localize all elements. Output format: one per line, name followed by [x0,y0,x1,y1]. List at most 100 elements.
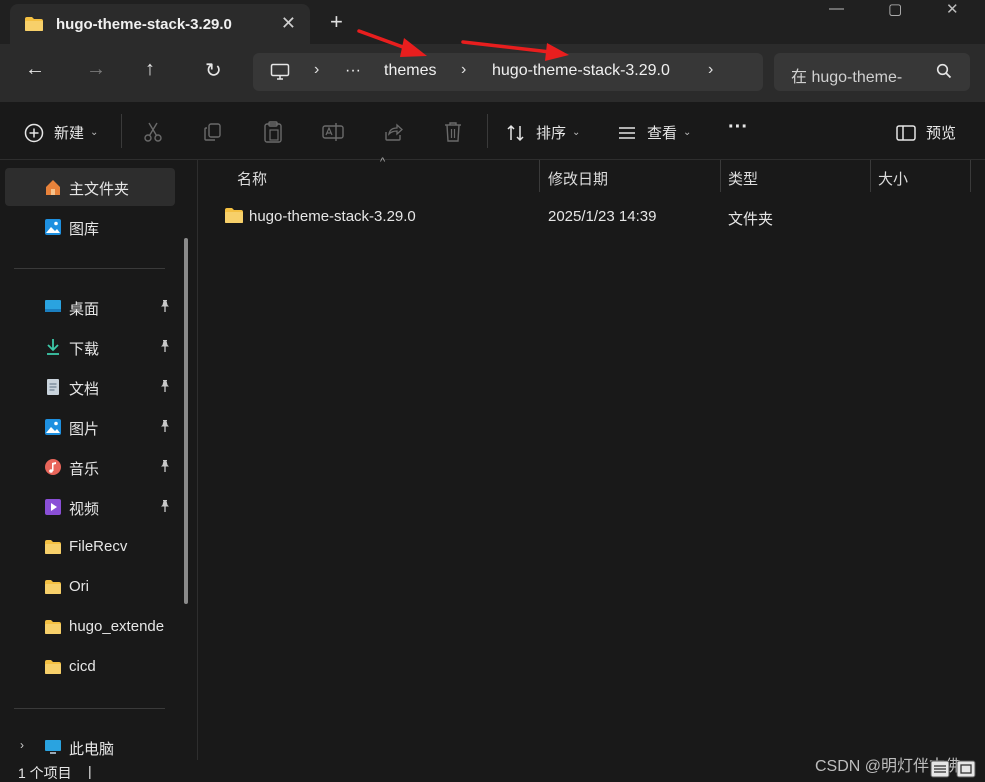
cut-icon[interactable] [143,121,163,143]
delete-icon[interactable] [443,121,463,143]
navigation-bar: ← → ↑ ↻ › ··· themes › hugo-theme-stack-… [0,44,985,102]
sidebar-item-cicd[interactable]: cicd [5,648,175,686]
pin-icon[interactable] [158,459,172,473]
column-header-modified[interactable]: 修改日期 [540,160,720,192]
up-button[interactable]: ↑ [145,58,155,81]
active-tab[interactable]: hugo-theme-stack-3.29.0 ✕ [10,4,310,44]
tiles-view-icon[interactable] [956,760,976,778]
folder-icon [225,208,243,223]
toolbar-divider [487,114,488,148]
file-name: hugo-theme-stack-3.29.0 [249,208,416,225]
file-modified: 2025/1/23 14:39 [548,208,657,225]
close-window-button[interactable]: ✕ [946,0,959,18]
chevron-right-icon[interactable]: › [20,738,24,752]
folder-icon [25,17,43,31]
sort-label: 排序 [536,125,567,142]
column-size-label: 大小 [878,171,909,188]
breadcrumb-current[interactable]: hugo-theme-stack-3.29.0 [492,62,670,80]
column-type-label: 类型 [728,171,759,188]
forward-button[interactable]: → [86,58,106,81]
sidebar-scrollbar[interactable] [184,238,188,604]
chevron-right-icon[interactable]: › [708,61,713,79]
minimize-button[interactable]: — [829,0,844,17]
monitor-icon [270,63,290,80]
sidebar-item-desktop[interactable]: 桌面 [5,288,175,326]
pictures-icon [45,419,61,435]
column-modified-label: 修改日期 [548,171,609,188]
pin-icon[interactable] [158,379,172,393]
title-bar: hugo-theme-stack-3.29.0 ✕ + — ▢ ✕ [0,0,985,44]
music-icon [45,459,61,475]
sidebar-item-videos[interactable]: 视频 [5,488,175,526]
view-button[interactable]: 查看 ⌄ [617,122,691,143]
column-divider[interactable] [970,160,971,192]
add-circle-icon [24,123,44,142]
pin-icon[interactable] [158,339,172,353]
chevron-down-icon: ⌄ [683,127,692,138]
new-button[interactable]: 新建 ⌄ [24,122,98,143]
folder-icon [45,580,61,594]
rename-icon[interactable] [322,122,344,142]
preview-label: 预览 [926,125,957,142]
sidebar-item-gallery[interactable]: 图库 [5,208,175,246]
sidebar-divider [14,708,165,709]
search-box[interactable]: 在 hugo-theme- [774,53,970,91]
new-tab-button[interactable]: + [330,9,343,35]
table-row[interactable]: hugo-theme-stack-3.29.0 2025/1/23 14:39 … [199,200,985,232]
breadcrumb-more[interactable]: ··· [345,62,361,80]
layout-toggles [930,760,976,778]
back-button[interactable]: ← [25,58,45,81]
sidebar-item-label: hugo_extende [69,618,165,635]
column-header-size[interactable]: 大小 [870,160,970,192]
sidebar-item-label: 文档 [69,381,100,398]
sidebar-item-label: 视频 [69,501,100,518]
details-view-icon[interactable] [930,760,950,778]
paste-icon[interactable] [263,121,283,143]
pin-icon[interactable] [158,499,172,513]
share-icon[interactable] [383,122,403,142]
maximize-button[interactable]: ▢ [888,0,902,18]
sidebar-item-music[interactable]: 音乐 [5,448,175,486]
preview-pane-icon [896,124,916,141]
pin-icon[interactable] [158,419,172,433]
computer-icon [45,740,61,754]
search-icon[interactable] [936,63,952,79]
refresh-button[interactable]: ↻ [205,58,222,83]
sidebar-item-home[interactable]: 主文件夹 [5,168,175,206]
file-list: ^ 名称 修改日期 类型 大小 hugo-theme-stack-3.29.0 … [199,156,985,760]
toolbar-divider [121,114,122,148]
sidebar-item-label: 图库 [69,221,100,238]
sidebar-item-label: FileRecv [69,538,128,555]
sidebar-item-label: 图片 [69,421,100,438]
sort-button[interactable]: 排序 ⌄ [506,122,580,143]
more-options-button[interactable]: ··· [728,116,748,139]
sidebar-item-documents[interactable]: 文档 [5,368,175,406]
folder-icon [45,620,61,634]
chevron-down-icon: ⌄ [90,127,99,138]
sidebar-item-label: 音乐 [69,461,100,478]
sidebar-item-label: 桌面 [69,301,100,318]
column-header-type[interactable]: 类型 [720,160,870,192]
sidebar-item-hugo-extended[interactable]: hugo_extende [5,608,175,646]
navigation-pane: 主文件夹 图库 桌面 下载 文档 图片 音乐 视频 FileRecv Ori h… [0,160,198,760]
folder-icon [45,540,61,554]
sidebar-item-filerecv[interactable]: FileRecv [5,528,175,566]
view-label: 查看 [647,125,678,142]
column-header-name[interactable]: 名称 [229,160,539,192]
status-separator: | [88,763,92,779]
sidebar-item-ori[interactable]: Ori [5,568,175,606]
sidebar-item-pictures[interactable]: 图片 [5,408,175,446]
address-bar[interactable]: › ··· themes › hugo-theme-stack-3.29.0 › [253,53,763,91]
search-input[interactable]: 在 hugo-theme- [791,63,931,87]
close-tab-icon[interactable]: ✕ [281,13,296,34]
copy-icon[interactable] [203,122,223,142]
preview-button[interactable]: 预览 [896,122,956,143]
download-icon [47,339,59,355]
breadcrumb-themes[interactable]: themes [384,62,436,80]
tab-title: hugo-theme-stack-3.29.0 [56,15,232,33]
sidebar-item-downloads[interactable]: 下载 [5,328,175,366]
column-name-label: 名称 [237,171,268,188]
sidebar-item-label: cicd [69,658,96,675]
sidebar-item-label: Ori [69,578,89,595]
pin-icon[interactable] [158,299,172,313]
